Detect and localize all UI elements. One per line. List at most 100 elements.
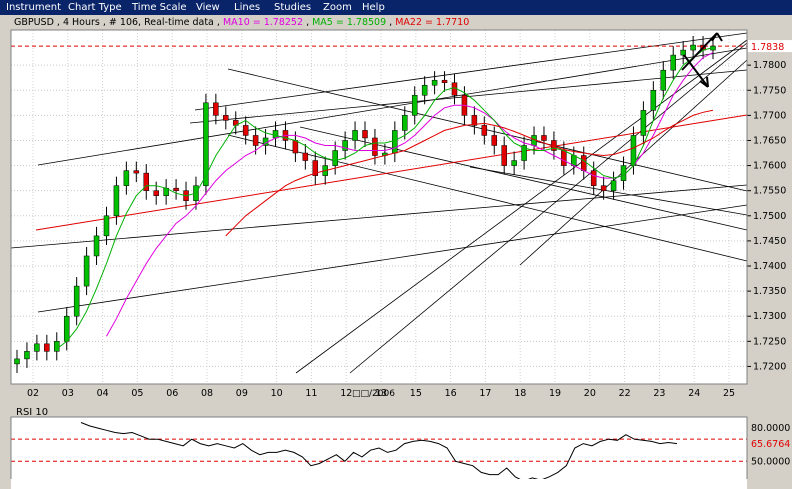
candle-body (54, 341, 60, 352)
ma5-label: MA5 = 1.78509 (312, 17, 386, 28)
x-tick-label: 08 (201, 388, 213, 399)
candle-body (213, 102, 219, 116)
x-tick-label: 10 (271, 388, 283, 399)
menu-instrument[interactable]: Instrument (6, 0, 61, 15)
y-tick-label: 1.7350 (753, 286, 786, 297)
candle-body (590, 170, 597, 186)
x-tick-label: 20 (584, 388, 596, 399)
x-tick-label: 19 (549, 388, 561, 399)
chart-info: GBPUSD , 4 Hours , # 106, Real-time data (14, 17, 214, 28)
candle-body (302, 152, 309, 161)
y-tick-label: 1.7450 (753, 236, 786, 247)
rsi-title: RSI 10 (16, 407, 48, 418)
candle-body (501, 145, 507, 166)
candle-body (640, 110, 647, 136)
candle-body (133, 170, 140, 174)
y-tick-label: 1.7400 (753, 261, 786, 272)
x-axis-label: □□/2006 (352, 389, 395, 399)
x-tick-label: 15 (410, 388, 422, 399)
x-tick-label: 18 (514, 388, 526, 399)
y-tick-label: 1.7700 (753, 110, 786, 121)
x-tick-label: 04 (97, 388, 109, 399)
candle-body (252, 135, 259, 146)
candle-body (362, 130, 368, 139)
y-tick-label: 1.7550 (753, 186, 786, 197)
candle-body (83, 255, 90, 287)
candle-body (342, 140, 348, 151)
ma-line-ma22 (225, 109, 714, 237)
menu-time-scale[interactable]: Time Scale (132, 0, 187, 15)
x-tick-label: 16 (445, 388, 457, 399)
candle-body (242, 125, 249, 136)
candle-body (660, 69, 667, 91)
y-tick-label: 1.7250 (753, 336, 786, 347)
trend-line (37, 204, 748, 313)
menu-studies[interactable]: Studies (274, 0, 311, 15)
candle-body (173, 187, 179, 191)
rsi-tick-label: 65.6764 (751, 439, 790, 450)
candle-body (113, 185, 120, 217)
ma22-label: MA22 = 1.7710 (395, 17, 469, 28)
candle-body (491, 135, 498, 146)
candle-body (203, 102, 209, 186)
x-tick-label: 05 (131, 388, 143, 399)
menu-lines[interactable]: Lines (234, 0, 260, 15)
red-trend-line (35, 114, 748, 231)
candle-body (610, 180, 617, 191)
trend-line (349, 42, 748, 374)
candle-body (441, 79, 448, 83)
candle-body (272, 130, 279, 139)
chart-window: GBPUSD , 4 Hours , # 106, Real-time data… (0, 15, 792, 489)
candle-body (93, 235, 100, 257)
candle-body (292, 140, 299, 154)
x-tick-label: 17 (479, 388, 491, 399)
candle-body (153, 190, 159, 196)
y-tick-label: 1.7600 (753, 161, 786, 172)
candle-body (620, 165, 627, 181)
candle-body (511, 160, 517, 166)
menu-chart-type[interactable]: Chart Type (68, 0, 122, 15)
x-tick-label: 13 (375, 388, 387, 399)
candle-body (103, 215, 110, 237)
candle-body (561, 150, 567, 166)
y-tick-label: 1.7750 (753, 85, 786, 96)
x-tick-label: 02 (27, 388, 39, 399)
y-tick-label: 1.7300 (753, 311, 786, 322)
x-tick-label: 11 (305, 388, 317, 399)
ma10-label: MA10 = 1.78252 (223, 17, 303, 28)
y-tick-label: 1.7800 (753, 60, 786, 71)
candle-body (14, 358, 20, 365)
x-tick-label: 23 (653, 388, 665, 399)
candle-body (421, 84, 428, 96)
candle-body (392, 130, 398, 154)
x-tick-label: 24 (688, 388, 700, 399)
menu-help[interactable]: Help (362, 0, 385, 15)
candle-body (650, 90, 657, 111)
candle-body (680, 49, 686, 56)
rsi-line (80, 422, 678, 479)
current-price-label: 1.7838 (751, 42, 784, 53)
candle-body (690, 44, 696, 51)
candle-body (411, 95, 418, 116)
candle-body (352, 130, 358, 141)
x-tick-label: 22 (619, 388, 631, 399)
menu-bar: Instrument Chart Type Time Scale View Li… (0, 0, 792, 15)
ma-line-ma5 (56, 47, 714, 350)
candle-body (73, 285, 80, 317)
candle-body (481, 125, 488, 136)
candle-body (63, 315, 70, 342)
x-tick-label: 03 (62, 388, 74, 399)
svg-text:GBPUSD , 4 Hours , # 106, Real: GBPUSD , 4 Hours , # 106, Real-time data… (14, 17, 469, 28)
trend-line (469, 166, 748, 216)
candle-body (431, 79, 438, 86)
menu-view[interactable]: View (196, 0, 220, 15)
x-tick-label: 12 (340, 388, 352, 399)
x-tick-label: 06 (166, 388, 178, 399)
y-tick-label: 1.7650 (753, 135, 786, 146)
candle-body (372, 137, 378, 156)
menu-zoom[interactable]: Zoom (323, 0, 352, 15)
chart-canvas: GBPUSD , 4 Hours , # 106, Real-time data… (10, 17, 792, 479)
candle-body (44, 343, 50, 352)
candle-body (670, 54, 676, 71)
rsi-tick-label: 50.0000 (751, 456, 790, 467)
